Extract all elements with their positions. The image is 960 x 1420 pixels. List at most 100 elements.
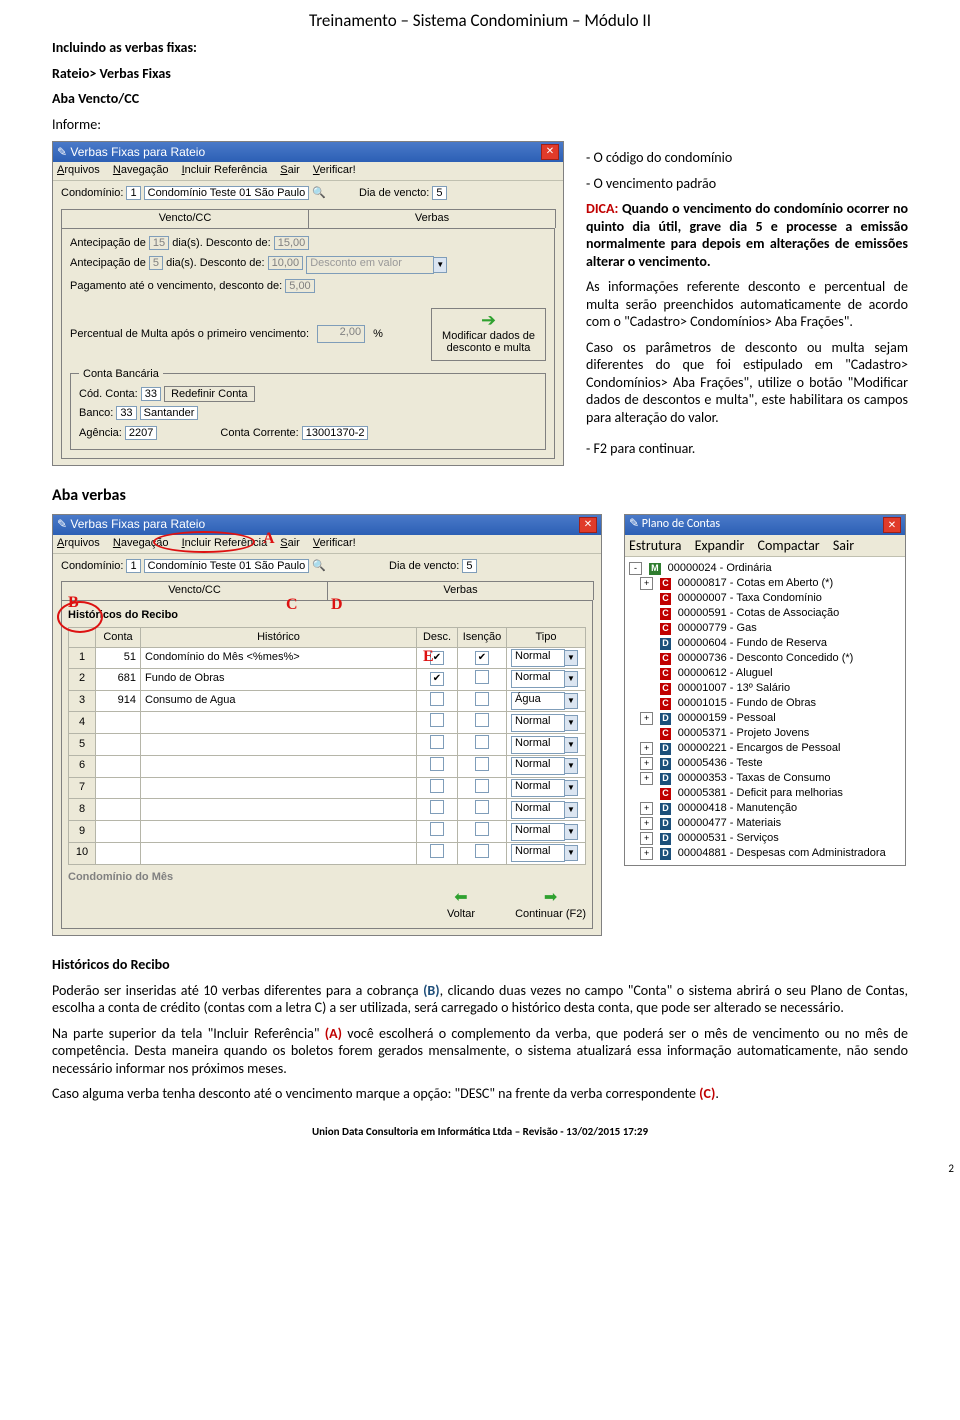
checkbox-isencao[interactable] bbox=[475, 822, 489, 836]
search-icon[interactable]: 🔍 bbox=[312, 187, 326, 199]
menu-expandir[interactable]: Expandir bbox=[695, 537, 745, 554]
button-modificar-desconto-multa[interactable]: ➔ Modificar dados dedesconto e multa bbox=[431, 308, 546, 361]
select-tipo[interactable]: Normal▼ bbox=[511, 801, 578, 819]
tree-item[interactable]: D 00000604 - Fundo de Reserva bbox=[629, 636, 901, 651]
menu-navegacao[interactable]: Navegação bbox=[113, 164, 169, 176]
input-cod-conta[interactable]: 33 bbox=[141, 387, 161, 401]
select-tipo[interactable]: Normal▼ bbox=[511, 779, 578, 797]
input-condominio-code[interactable]: 1 bbox=[126, 186, 140, 200]
tree-item[interactable]: C 00000591 - Cotas de Associação bbox=[629, 606, 901, 621]
tab-vencto-cc[interactable]: Vencto/CC bbox=[61, 209, 309, 228]
tree-item[interactable]: + D 00000159 - Pessoal bbox=[629, 711, 901, 726]
expand-icon[interactable]: + bbox=[640, 742, 653, 755]
select-tipo[interactable]: Normal▼ bbox=[511, 823, 578, 841]
menu-verificar[interactable]: Verificar! bbox=[313, 537, 356, 549]
input-dia-vencto[interactable]: 5 bbox=[432, 186, 446, 200]
menu-sair[interactable]: Sair bbox=[833, 537, 854, 554]
button-redefinir-conta[interactable]: Redefinir Conta bbox=[164, 386, 254, 402]
checkbox-isencao[interactable] bbox=[475, 735, 489, 749]
select-tipo[interactable]: Normal▼ bbox=[511, 670, 578, 688]
checkbox-desc[interactable] bbox=[430, 822, 444, 836]
expand-icon[interactable]: + bbox=[640, 577, 653, 590]
table-row[interactable]: 151Condomínio do Mês <%mes%>✔✔Normal▼ bbox=[69, 647, 586, 668]
select-tipo[interactable]: Normal▼ bbox=[511, 714, 578, 732]
input-banco-nome[interactable]: Santander bbox=[140, 406, 199, 420]
checkbox-isencao[interactable] bbox=[475, 844, 489, 858]
tree-item[interactable]: + C 00000817 - Cotas em Aberto (*) bbox=[629, 576, 901, 591]
input-agencia[interactable]: 2207 bbox=[125, 426, 157, 440]
search-icon[interactable]: 🔍 bbox=[312, 560, 326, 572]
checkbox-desc[interactable] bbox=[430, 692, 444, 706]
input-condominio-nome[interactable]: Condomínio Teste 01 São Paulo bbox=[144, 186, 310, 200]
tree-item[interactable]: C 00000007 - Taxa Condomínio bbox=[629, 591, 901, 606]
tree-item[interactable]: + D 00000531 - Serviços bbox=[629, 831, 901, 846]
menu-sair[interactable]: Sair bbox=[280, 537, 300, 549]
table-row[interactable]: 3914Consumo de AguaÁgua▼ bbox=[69, 690, 586, 712]
tree-item[interactable]: + D 00004881 - Despesas com Administrado… bbox=[629, 846, 901, 861]
select-tipo[interactable]: Água▼ bbox=[511, 692, 578, 710]
checkbox-isencao[interactable] bbox=[475, 779, 489, 793]
input-dia-vencto[interactable]: 5 bbox=[462, 559, 476, 573]
tab-verbas[interactable]: Verbas bbox=[308, 209, 556, 228]
checkbox-desc[interactable] bbox=[430, 779, 444, 793]
expand-icon[interactable]: - bbox=[629, 562, 642, 575]
select-tipo[interactable]: Normal▼ bbox=[511, 649, 578, 667]
table-row[interactable]: 4Normal▼ bbox=[69, 712, 586, 734]
select-desconto-em-valor[interactable]: Desconto em valor▼ bbox=[306, 256, 447, 274]
expand-icon[interactable]: + bbox=[640, 817, 653, 830]
checkbox-desc[interactable]: ✔ bbox=[430, 672, 444, 686]
checkbox-isencao[interactable] bbox=[475, 692, 489, 706]
table-row[interactable]: 7Normal▼ bbox=[69, 777, 586, 799]
table-row[interactable]: 6Normal▼ bbox=[69, 755, 586, 777]
checkbox-isencao[interactable] bbox=[475, 670, 489, 684]
menu-verificar[interactable]: Verificar! bbox=[313, 164, 356, 176]
checkbox-isencao[interactable]: ✔ bbox=[475, 651, 489, 665]
input-conta-corrente[interactable]: 13001370-2 bbox=[302, 426, 369, 440]
checkbox-desc[interactable] bbox=[430, 800, 444, 814]
tree-item[interactable]: C 00001007 - 13º Salário bbox=[629, 681, 901, 696]
checkbox-isencao[interactable] bbox=[475, 713, 489, 727]
tree-item[interactable]: C 00000736 - Desconto Concedido (*) bbox=[629, 651, 901, 666]
select-tipo[interactable]: Normal▼ bbox=[511, 736, 578, 754]
close-icon[interactable]: ✕ bbox=[541, 144, 559, 160]
expand-icon[interactable]: + bbox=[640, 757, 653, 770]
close-icon[interactable]: ✕ bbox=[579, 517, 597, 533]
checkbox-isencao[interactable] bbox=[475, 800, 489, 814]
menu-incluir-referencia[interactable]: Incluir Referência bbox=[182, 164, 268, 176]
tree-item[interactable]: C 00001015 - Fundo de Obras bbox=[629, 696, 901, 711]
expand-icon[interactable]: + bbox=[640, 847, 653, 860]
checkbox-isencao[interactable] bbox=[475, 757, 489, 771]
menu-arquivos[interactable]: Arquivos bbox=[57, 164, 100, 176]
table-row[interactable]: 5Normal▼ bbox=[69, 734, 586, 756]
tab-verbas[interactable]: Verbas bbox=[327, 581, 594, 600]
menu-compactar[interactable]: Compactar bbox=[758, 537, 820, 554]
close-icon[interactable]: ✕ bbox=[883, 517, 901, 533]
tree-item[interactable]: C 00005371 - Projeto Jovens bbox=[629, 726, 901, 741]
tree-item[interactable]: + D 00000477 - Materiais bbox=[629, 816, 901, 831]
tree-item[interactable]: + D 00005436 - Teste bbox=[629, 756, 901, 771]
table-row[interactable]: 8Normal▼ bbox=[69, 799, 586, 821]
tree-item[interactable]: - M 00000024 - Ordinária bbox=[629, 561, 901, 576]
tree-item[interactable]: C 00000612 - Aluguel bbox=[629, 666, 901, 681]
input-condominio-nome[interactable]: Condomínio Teste 01 São Paulo bbox=[144, 559, 310, 573]
tree-item[interactable]: + D 00000418 - Manutenção bbox=[629, 801, 901, 816]
tree-item[interactable]: + D 00000353 - Taxas de Consumo bbox=[629, 771, 901, 786]
menu-estrutura[interactable]: Estrutura bbox=[629, 537, 681, 554]
menu-sair[interactable]: Sair bbox=[280, 164, 300, 176]
checkbox-desc[interactable] bbox=[430, 844, 444, 858]
input-condominio-code[interactable]: 1 bbox=[126, 559, 140, 573]
expand-icon[interactable]: + bbox=[640, 772, 653, 785]
button-continuar[interactable]: ➡Continuar (F2) bbox=[515, 888, 586, 922]
tree-item[interactable]: C 00005381 - Deficit para melhorias bbox=[629, 786, 901, 801]
select-tipo[interactable]: Normal▼ bbox=[511, 757, 578, 775]
table-row[interactable]: 2681Fundo de Obras✔Normal▼ bbox=[69, 668, 586, 690]
expand-icon[interactable]: + bbox=[640, 802, 653, 815]
menu-arquivos[interactable]: Arquivos bbox=[57, 537, 100, 549]
checkbox-desc[interactable] bbox=[430, 735, 444, 749]
tree-item[interactable]: + D 00000221 - Encargos de Pessoal bbox=[629, 741, 901, 756]
tree-item[interactable]: C 00000779 - Gas bbox=[629, 621, 901, 636]
input-banco-cod[interactable]: 33 bbox=[116, 406, 136, 420]
checkbox-desc[interactable] bbox=[430, 713, 444, 727]
table-row[interactable]: 9Normal▼ bbox=[69, 821, 586, 843]
table-row[interactable]: 10Normal▼ bbox=[69, 842, 586, 864]
